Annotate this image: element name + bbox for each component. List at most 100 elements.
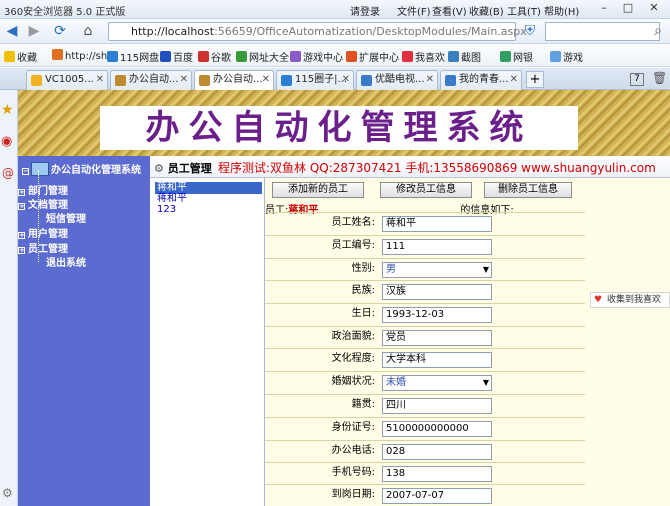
favorite-tip[interactable]: ♥ 收集到我喜欢	[590, 292, 670, 308]
bookmark-bank[interactable]: 网银	[500, 49, 533, 64]
name-input[interactable]: 蒋和平	[382, 216, 492, 232]
page-icon	[199, 75, 210, 86]
bookmark-game[interactable]: 游戏	[550, 49, 583, 64]
marital-select[interactable]: 未婚 ▼	[382, 375, 492, 391]
mobile-input[interactable]: 138	[382, 466, 492, 482]
employee-item[interactable]: 123	[155, 204, 262, 216]
tab-close-icon[interactable]: ✕	[426, 71, 434, 89]
forward-icon[interactable]: ▶	[24, 22, 44, 41]
puzzle-icon	[346, 51, 357, 62]
bookmark-label: 游戏	[563, 53, 583, 64]
menu-favorites[interactable]: 收藏(B)	[469, 3, 504, 18]
field-mobile: 手机号码: 138	[265, 462, 585, 484]
trash-icon[interactable]: 🗑	[652, 71, 667, 85]
add-employee-button[interactable]: 添加新的员工	[272, 182, 364, 198]
expand-icon[interactable]: +	[18, 203, 25, 210]
new-tab-button[interactable]: +	[526, 71, 544, 88]
bookmark-baidu[interactable]: 百度	[160, 49, 193, 64]
refresh-icon[interactable]: ⟳	[50, 22, 70, 41]
education-input[interactable]: 大学本科	[382, 352, 492, 368]
native-place-input[interactable]: 四川	[382, 398, 492, 414]
gender-value: 男	[386, 264, 396, 275]
bookmark-games[interactable]: 游戏中心	[290, 49, 343, 64]
tab-close-icon[interactable]: ✕	[510, 71, 518, 89]
navigation-bar: ◀ ▶ ⟳ ⌂ http://localhost:56659/OfficeAut…	[0, 19, 670, 44]
tab-label: 办公自动...	[213, 74, 263, 85]
collapse-icon[interactable]: −	[22, 168, 29, 175]
office-phone-input[interactable]: 028	[382, 444, 492, 460]
tab-youku[interactable]: 优酷电视... ✕	[356, 70, 438, 90]
settings-icon[interactable]: ⚙	[2, 486, 13, 500]
tab-close-icon[interactable]: ✕	[262, 71, 270, 89]
tab-close-icon[interactable]: ✕	[180, 71, 188, 89]
bookmark-label: http://sh	[65, 51, 108, 62]
bank-icon	[500, 51, 511, 62]
bookmark-label: 网银	[513, 53, 533, 64]
search-icon[interactable]: ⌕	[648, 22, 668, 41]
nav-item-documents[interactable]: + 文档管理	[18, 196, 68, 211]
bookmark-google[interactable]: 谷歌	[198, 49, 231, 64]
expand-icon[interactable]: +	[18, 232, 25, 239]
menu-tools[interactable]: 工具(T)	[507, 3, 541, 18]
tab-label: 我的青春...	[459, 74, 509, 85]
tab-count-badge[interactable]: 7	[630, 73, 644, 86]
tab-vc1005[interactable]: VC1005... ✕	[26, 70, 108, 90]
bookmark-portal[interactable]: 网址大全	[236, 49, 289, 64]
gender-select[interactable]: 男 ▼	[382, 262, 492, 278]
home-icon[interactable]: ⌂	[78, 22, 98, 41]
url-host: http://localhost	[131, 25, 215, 38]
star-icon[interactable]: ★	[1, 102, 14, 118]
close-icon[interactable]: ✕	[644, 1, 664, 17]
start-date-input[interactable]: 2007-07-07	[382, 488, 492, 504]
nav-root-label: 办公自动化管理系统	[51, 165, 141, 176]
cloud-icon	[281, 75, 292, 86]
tab-close-icon[interactable]: ✕	[96, 71, 104, 89]
political-input[interactable]: 党员	[382, 330, 492, 346]
nav-item-logout[interactable]: 退出系统	[46, 254, 86, 269]
delete-employee-button[interactable]: 删除员工信息	[484, 182, 572, 198]
bookmark-favorites[interactable]: 收藏	[4, 49, 37, 64]
bookmark-like[interactable]: 我喜欢	[402, 49, 445, 64]
maximize-icon[interactable]: □	[618, 1, 638, 17]
edit-employee-button[interactable]: 修改员工信息	[380, 182, 472, 198]
menu-view[interactable]: 查看(V)	[432, 3, 467, 18]
nav-root[interactable]: − 办公自动化管理系统	[22, 161, 141, 176]
nav-item-departments[interactable]: + 部门管理	[18, 182, 68, 197]
expand-icon[interactable]: +	[18, 189, 25, 196]
ethnicity-input[interactable]: 汉族	[382, 284, 492, 300]
shield-icon[interactable]: ⛨	[520, 22, 540, 41]
mail-icon[interactable]: @	[2, 166, 14, 180]
bookmark-label: 截图	[461, 53, 481, 64]
expand-icon[interactable]: +	[18, 247, 25, 254]
tab-office-2[interactable]: 办公自动... ✕	[194, 70, 274, 91]
weibo-icon[interactable]: ◉	[1, 134, 12, 149]
browser-title: 360安全浏览器 5.0 正式版	[4, 7, 126, 18]
back-icon[interactable]: ◀	[2, 22, 22, 41]
dropdown-arrow-icon: ▼	[482, 265, 489, 274]
minimize-icon[interactable]: –	[594, 1, 614, 17]
bookmark-screenshot[interactable]: 截图	[448, 49, 481, 64]
bookmark-extensions[interactable]: 扩展中心	[346, 49, 399, 64]
bookmark-115[interactable]: 115网盘	[107, 49, 159, 64]
nav-item-sms[interactable]: 短信管理	[46, 210, 86, 225]
nav-item-users[interactable]: + 用户管理	[18, 225, 68, 240]
birthday-input[interactable]: 1993-12-03	[382, 307, 492, 323]
star-icon	[4, 51, 15, 62]
search-input[interactable]	[545, 22, 660, 41]
computer-icon	[31, 162, 49, 176]
employee-no-input[interactable]: 111	[382, 239, 492, 255]
menu-file[interactable]: 文件(F)	[397, 3, 431, 18]
tab-youth[interactable]: 我的青春... ✕	[440, 70, 522, 90]
paw-icon	[160, 51, 171, 62]
field-label: 手机号码:	[331, 467, 375, 478]
menu-help[interactable]: 帮助(H)	[544, 3, 579, 18]
nav-item-employees[interactable]: + 员工管理	[18, 240, 68, 255]
id-number-input[interactable]: 5100000000000	[382, 421, 492, 437]
tab-office-1[interactable]: 办公自动... ✕	[110, 70, 192, 90]
address-bar[interactable]: http://localhost:56659/OfficeAutomatizat…	[108, 22, 527, 41]
login-link[interactable]: 请登录	[350, 3, 380, 18]
field-label: 员工姓名:	[331, 217, 375, 228]
bookmark-http[interactable]: http://sh	[52, 49, 107, 62]
tab-close-icon[interactable]: ✕	[342, 71, 350, 89]
tab-115-circle[interactable]: 115圈子|... ✕	[276, 70, 354, 90]
